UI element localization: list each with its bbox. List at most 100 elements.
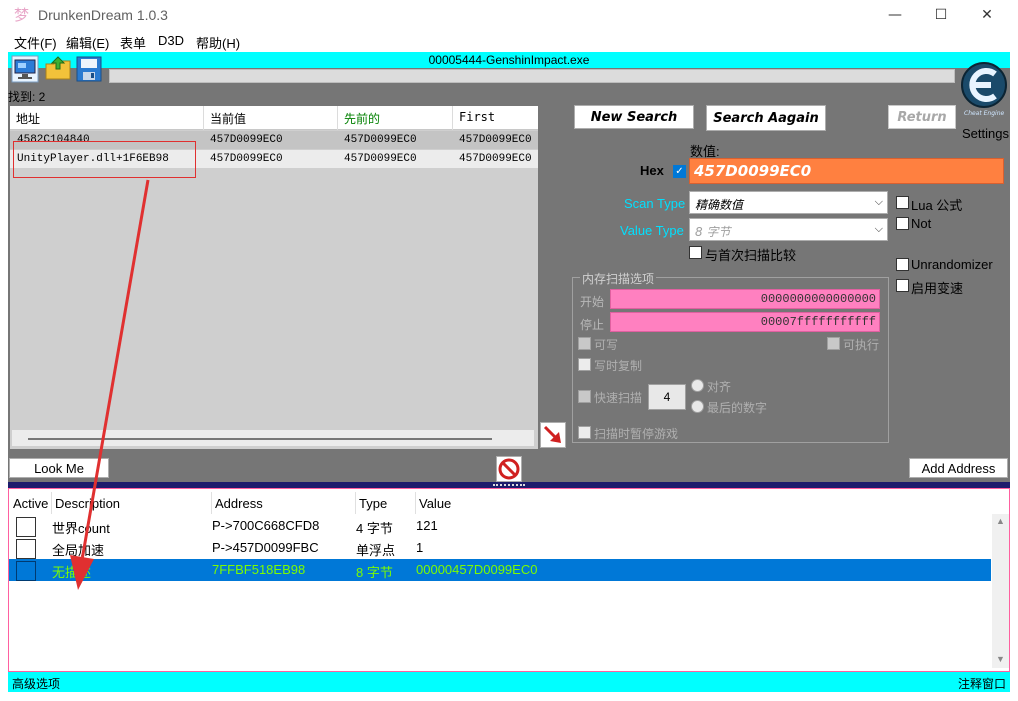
col-value[interactable]: Value [419, 496, 451, 511]
address-row[interactable]: 世界count P->700C668CFD8 4 字节 121 [9, 515, 991, 537]
speedhack-label: 启用变速 [911, 281, 964, 296]
select-process-icon[interactable] [11, 55, 39, 83]
menu-help[interactable]: 帮助(H) [196, 33, 240, 52]
logo-caption: Cheat Engine [964, 110, 1005, 117]
col-active[interactable]: Active [13, 496, 48, 511]
writable-label: 可写 [594, 338, 619, 352]
return-button[interactable]: Return [888, 105, 956, 129]
active-checkbox[interactable] [16, 539, 36, 559]
compare-first-checkbox[interactable] [689, 246, 702, 259]
value-type-select[interactable]: 8 字节 ⌵ [689, 218, 888, 241]
fast-scan-checkbox[interactable] [578, 390, 591, 403]
value-type-label: Value Type [620, 223, 684, 238]
active-checkbox[interactable] [16, 561, 36, 581]
row-value: 00000457D0099EC0 [416, 562, 538, 577]
active-checkbox[interactable] [16, 517, 36, 537]
splitter-grip[interactable] [493, 484, 525, 486]
chevron-down-icon: ⌵ [874, 222, 883, 235]
stop-address-input[interactable]: 00007fffffffffff [610, 312, 880, 332]
save-icon[interactable] [75, 55, 103, 83]
col-type[interactable]: Type [359, 496, 387, 511]
memory-scan-options-title: 内存扫描选项 [580, 270, 657, 287]
copy-on-write-label: 写时复制 [594, 359, 643, 373]
clear-list-icon[interactable] [496, 456, 522, 482]
address-row-selected[interactable]: 无描述 7FFBF518EB98 8 字节 00000457D0099EC0 [9, 559, 991, 581]
not-checkbox[interactable] [896, 217, 909, 230]
menu-edit[interactable]: 编辑(E) [66, 33, 109, 52]
pause-game-label: 扫描时暂停游戏 [594, 427, 679, 441]
col-current-value[interactable]: 当前值 [210, 110, 246, 127]
result-current: 457D0099EC0 [210, 153, 283, 165]
unrandomizer-label: Unrandomizer [911, 257, 993, 272]
executable-label: 可执行 [843, 338, 880, 352]
col-address[interactable]: 地址 [16, 110, 40, 127]
comments-window-link[interactable]: 注释窗口 [958, 675, 1006, 692]
address-list-header: Active Description Address Type Value [9, 492, 999, 514]
col-previous-value[interactable]: 先前的 [344, 110, 380, 127]
not-label: Not [911, 216, 932, 231]
hex-checkbox[interactable]: ✓ [673, 165, 686, 178]
scroll-down-icon[interactable]: ▼ [996, 654, 1005, 664]
row-description: 全局加速 [52, 543, 105, 558]
advanced-options-link[interactable]: 高级选项 [12, 675, 60, 692]
col-description[interactable]: Description [55, 496, 120, 511]
look-me-button[interactable]: Look Me [9, 458, 109, 478]
align-radio[interactable] [691, 379, 704, 392]
row-address: P->457D0099FBC [212, 540, 319, 555]
result-list-header: 地址 当前值 先前的 First [10, 106, 538, 130]
add-to-list-arrow-icon[interactable] [540, 422, 566, 448]
menu-d3d[interactable]: D3D [158, 33, 184, 48]
value-type-value: 8 字节 [695, 225, 731, 239]
minimize-button[interactable]: — [872, 0, 918, 30]
row-description: 世界count [52, 521, 110, 536]
col-first-value[interactable]: First [459, 110, 495, 124]
start-address-input[interactable]: 0000000000000000 [610, 289, 880, 309]
start-label: 开始 [580, 295, 605, 309]
cheat-engine-logo-icon[interactable]: Cheat Engine [958, 55, 1010, 125]
address-list-scrollbar[interactable]: ▲ ▼ [992, 514, 1009, 668]
last-digits-label: 最后的数字 [707, 401, 768, 415]
lua-formula-checkbox[interactable] [896, 196, 909, 209]
result-scrollbar-thumb[interactable] [28, 438, 492, 440]
search-again-button[interactable]: Search Aagain [706, 105, 826, 131]
menu-table[interactable]: 表单 [120, 33, 146, 52]
row-address: P->700C668CFD8 [212, 518, 320, 533]
result-current: 457D0099EC0 [210, 134, 283, 146]
add-address-button[interactable]: Add Address [909, 458, 1008, 478]
close-button[interactable]: ✕ [964, 0, 1010, 30]
unrandomizer-checkbox[interactable] [896, 258, 909, 271]
row-value: 121 [416, 518, 438, 533]
address-row[interactable]: 全局加速 P->457D0099FBC 单浮点 1 [9, 537, 991, 559]
row-address: 7FFBF518EB98 [212, 562, 306, 577]
row-type: 4 字节 [356, 521, 393, 536]
scan-type-value: 精确数值 [695, 198, 744, 212]
writable-checkbox[interactable] [578, 337, 591, 350]
scan-progress-bar [109, 69, 955, 83]
result-first: 457D0099EC0 [459, 153, 532, 165]
align-label: 对齐 [707, 380, 732, 394]
hex-label: Hex [640, 163, 664, 178]
new-search-button[interactable]: New Search [574, 105, 694, 129]
scan-type-label: Scan Type [624, 196, 686, 211]
copy-on-write-checkbox[interactable] [578, 358, 591, 371]
scan-type-select[interactable]: 精确数值 ⌵ [689, 191, 888, 214]
process-name: 00005444-GenshinImpact.exe [8, 52, 1010, 68]
stop-label: 停止 [580, 318, 605, 332]
scroll-up-icon[interactable]: ▲ [996, 516, 1005, 526]
row-type: 单浮点 [356, 543, 396, 558]
fast-scan-label: 快速扫描 [594, 391, 643, 405]
row-value: 1 [416, 540, 424, 555]
open-file-icon[interactable] [44, 55, 72, 83]
speedhack-checkbox[interactable] [896, 279, 909, 292]
compare-first-label: 与首次扫描比较 [705, 248, 797, 263]
fast-scan-alignment-input[interactable]: 4 [648, 384, 686, 410]
executable-checkbox[interactable] [827, 337, 840, 350]
result-previous: 457D0099EC0 [344, 153, 417, 165]
scan-value-input[interactable]: 457D0099EC0 [689, 158, 1004, 184]
menu-file[interactable]: 文件(F) [14, 33, 57, 52]
maximize-button[interactable]: ☐ [918, 0, 964, 30]
settings-link[interactable]: Settings [962, 126, 1009, 141]
col-address[interactable]: Address [215, 496, 263, 511]
pause-game-checkbox[interactable] [578, 426, 591, 439]
last-digits-radio[interactable] [691, 400, 704, 413]
